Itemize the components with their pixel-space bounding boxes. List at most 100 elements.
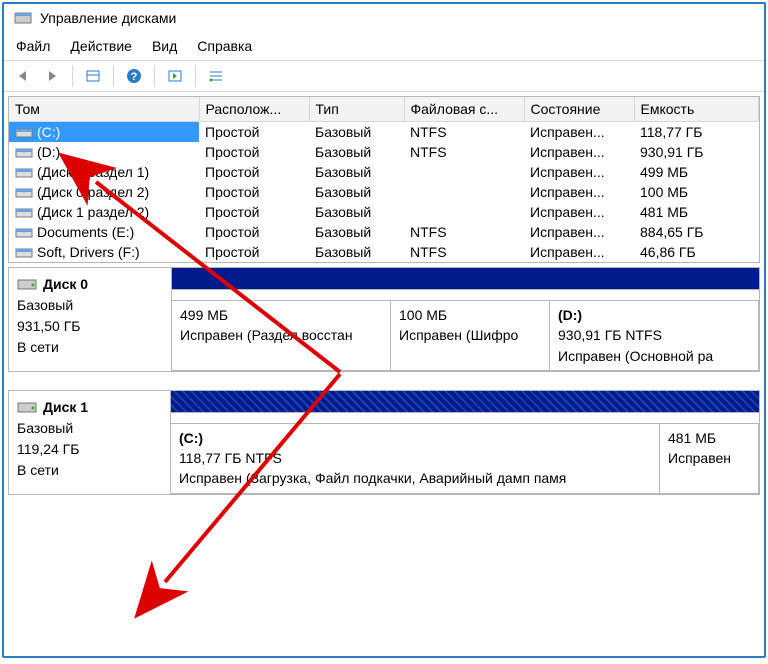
col-type[interactable]: Тип xyxy=(309,97,404,122)
menu-help[interactable]: Справка xyxy=(197,38,252,54)
disk-info: Диск 1Базовый119,24 ГБВ сети xyxy=(9,391,171,494)
volume-name: (C:) xyxy=(37,124,60,140)
disk-type: Базовый xyxy=(17,418,162,439)
cell-layout: Простой xyxy=(199,122,309,143)
disk-row[interactable]: Диск 1Базовый119,24 ГБВ сети(C:)118,77 Г… xyxy=(8,390,760,495)
partition[interactable]: 100 МБИсправен (Шифро xyxy=(390,300,550,371)
cell-fs xyxy=(404,182,524,202)
partition[interactable]: (D:)930,91 ГБ NTFSИсправен (Основной ра xyxy=(549,300,759,371)
table-row[interactable]: (Диск 1 раздел 2)ПростойБазовыйИсправен.… xyxy=(9,202,759,222)
disk-map: Диск 0Базовый931,50 ГБВ сети499 МБИсправ… xyxy=(8,267,760,495)
volume-icon xyxy=(15,146,33,158)
cell-fs xyxy=(404,202,524,222)
volume-icon xyxy=(15,206,33,218)
menu-view[interactable]: Вид xyxy=(152,38,177,54)
col-state[interactable]: Состояние xyxy=(524,97,634,122)
refresh-button[interactable] xyxy=(163,65,187,87)
disk-partitions: 499 МБИсправен (Раздел восстан100 МБИспр… xyxy=(172,268,759,371)
cell-state: Исправен... xyxy=(524,122,634,143)
partition-size: 930,91 ГБ NTFS xyxy=(558,325,750,345)
cell-capacity: 884,65 ГБ xyxy=(634,222,759,242)
cell-state: Исправен... xyxy=(524,182,634,202)
cell-type: Базовый xyxy=(309,202,404,222)
app-icon xyxy=(14,10,32,26)
disk-stripe xyxy=(171,391,759,413)
svg-text:?: ? xyxy=(131,71,138,83)
cell-fs: NTFS xyxy=(404,222,524,242)
disk-info: Диск 0 Базовый931,50 ГБВ сети xyxy=(9,268,172,371)
volume-name: Soft, Drivers (F:) xyxy=(37,244,140,260)
partition[interactable]: 499 МБИсправен (Раздел восстан xyxy=(171,300,391,371)
volume-name: (D:) xyxy=(37,144,60,160)
window: Управление дисками Файл Действие Вид Спр… xyxy=(2,2,766,658)
cell-fs: NTFS xyxy=(404,142,524,162)
partition-size: 100 МБ xyxy=(399,305,541,325)
menubar: Файл Действие Вид Справка xyxy=(4,32,764,61)
col-volume[interactable]: Том xyxy=(9,97,199,122)
help-button[interactable]: ? xyxy=(122,65,146,87)
cell-layout: Простой xyxy=(199,142,309,162)
properties-button[interactable] xyxy=(81,65,105,87)
disk-name: Диск 0 xyxy=(43,276,88,292)
table-row[interactable]: (C:)ПростойБазовыйNTFSИсправен...118,77 … xyxy=(9,122,759,143)
cell-state: Исправен... xyxy=(524,222,634,242)
cell-type: Базовый xyxy=(309,182,404,202)
cell-fs: NTFS xyxy=(404,242,524,262)
cell-capacity: 499 МБ xyxy=(634,162,759,182)
disk-icon xyxy=(17,276,37,290)
separator xyxy=(195,65,196,87)
back-button[interactable] xyxy=(12,65,36,87)
cell-type: Базовый xyxy=(309,142,404,162)
disk-status: В сети xyxy=(17,337,163,358)
partition-state: Исправен (Загрузка, Файл подкачки, Авари… xyxy=(179,468,651,488)
disk-row[interactable]: Диск 0 Базовый931,50 ГБВ сети 499 МБИсправ… xyxy=(8,267,760,372)
table-row[interactable]: (D:)ПростойБазовыйNTFSИсправен...930,91 … xyxy=(9,142,759,162)
partition-state: Исправен (Основной ра xyxy=(558,346,750,366)
disk-size: 931,50 ГБ xyxy=(17,316,163,337)
volume-table: Том Располож... Тип Файловая с... Состоя… xyxy=(8,96,760,263)
partition-state: Исправен (Шифро xyxy=(399,325,541,345)
partition-state: Исправен (Раздел восстан xyxy=(180,325,382,345)
menu-action[interactable]: Действие xyxy=(70,38,132,54)
volume-icon xyxy=(15,166,33,178)
volume-name: (Диск 0 раздел 1) xyxy=(37,164,149,180)
col-capacity[interactable]: Емкость xyxy=(634,97,759,122)
table-row[interactable]: Soft, Drivers (F:)ПростойБазовыйNTFSИспр… xyxy=(9,242,759,262)
cell-layout: Простой xyxy=(199,242,309,262)
table-row[interactable]: Documents (E:)ПростойБазовыйNTFSИсправен… xyxy=(9,222,759,242)
cell-layout: Простой xyxy=(199,162,309,182)
col-fs[interactable]: Файловая с... xyxy=(404,97,524,122)
volume-icon xyxy=(15,226,33,238)
cell-layout: Простой xyxy=(199,202,309,222)
cell-state: Исправен... xyxy=(524,242,634,262)
forward-button[interactable] xyxy=(40,65,64,87)
cell-fs xyxy=(404,162,524,182)
cell-capacity: 118,77 ГБ xyxy=(634,122,759,143)
cell-state: Исправен... xyxy=(524,162,634,182)
volume-name: (Диск 0 раздел 2) xyxy=(37,184,149,200)
disk-type: Базовый xyxy=(17,295,163,316)
cell-capacity: 46,86 ГБ xyxy=(634,242,759,262)
disk-status: В сети xyxy=(17,460,162,481)
separator xyxy=(72,65,73,87)
list-button[interactable] xyxy=(204,65,228,87)
disk-size: 119,24 ГБ xyxy=(17,439,162,460)
partition-size: 118,77 ГБ NTFS xyxy=(179,448,651,468)
cell-type: Базовый xyxy=(309,162,404,182)
volume-name: (Диск 1 раздел 2) xyxy=(37,204,149,220)
cell-capacity: 481 МБ xyxy=(634,202,759,222)
col-layout[interactable]: Располож... xyxy=(199,97,309,122)
volume-icon xyxy=(15,186,33,198)
volume-icon xyxy=(15,246,33,258)
volume-icon xyxy=(15,126,33,138)
cell-type: Базовый xyxy=(309,122,404,143)
partition[interactable]: 481 МБИсправен xyxy=(659,423,759,494)
cell-state: Исправен... xyxy=(524,142,634,162)
table-row[interactable]: (Диск 0 раздел 2)ПростойБазовыйИсправен.… xyxy=(9,182,759,202)
table-row[interactable]: (Диск 0 раздел 1) ПростойБазовый Исправен.… xyxy=(9,162,759,182)
partition[interactable]: (C:)118,77 ГБ NTFSИсправен (Загрузка, Фа… xyxy=(170,423,660,494)
menu-file[interactable]: Файл xyxy=(16,38,50,54)
disk-stripe xyxy=(172,268,759,290)
titlebar: Управление дисками xyxy=(4,4,764,32)
volume-name: Documents (E:) xyxy=(37,224,134,240)
